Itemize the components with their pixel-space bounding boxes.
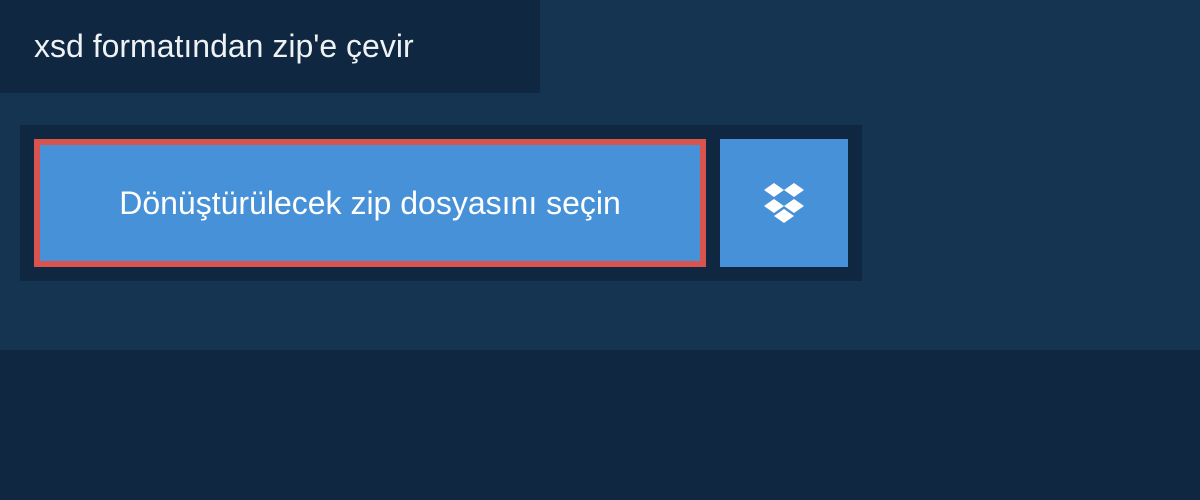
upload-panel: Dönüştürülecek zip dosyasını seçin [20, 125, 862, 281]
dropbox-button[interactable] [720, 139, 848, 267]
dropbox-icon [760, 179, 808, 227]
file-select-label: Dönüştürülecek zip dosyasını seçin [119, 185, 621, 222]
page-title: xsd formatından zip'e çevir [34, 28, 414, 64]
bottom-bar [0, 350, 1200, 500]
file-select-button[interactable]: Dönüştürülecek zip dosyasını seçin [34, 139, 706, 267]
page-title-tab: xsd formatından zip'e çevir [0, 0, 540, 93]
